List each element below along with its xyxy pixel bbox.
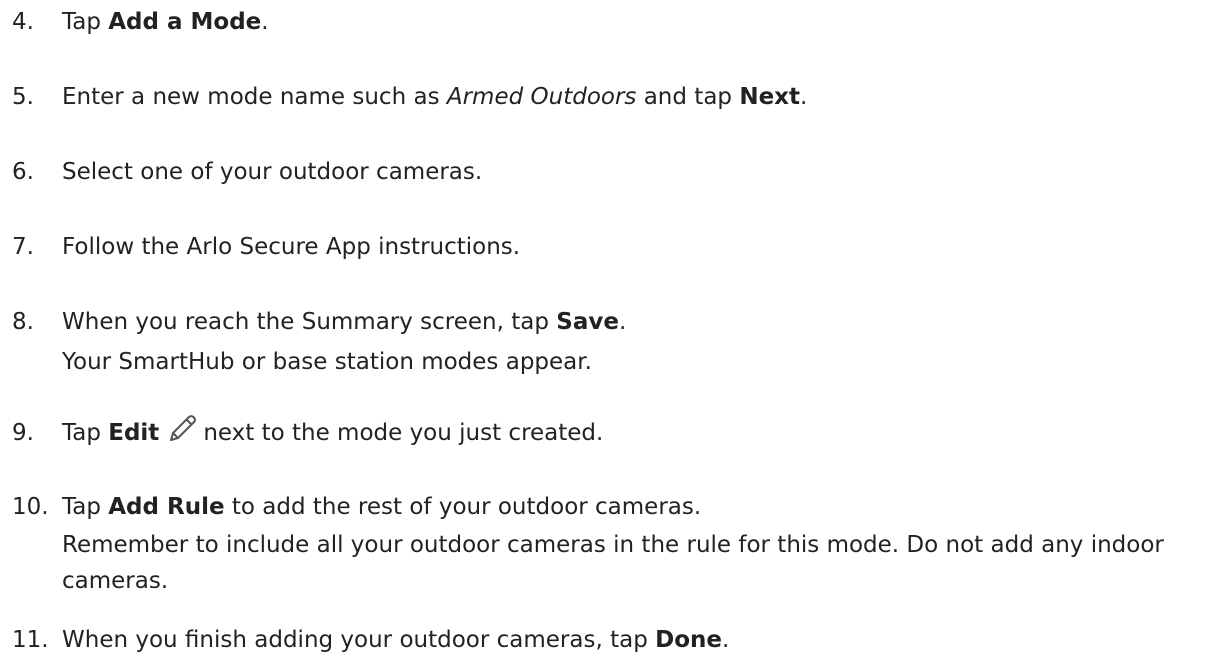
step-11: 11. When you finish adding your outdoor c… [12,620,1229,653]
bold-term: Edit [108,420,160,446]
text-run: Tap [62,9,109,35]
step-text: Select one of your outdoor cameras. [62,159,483,185]
text-run: Tap [62,494,109,520]
step-7: 7. Follow the Arlo Secure App instruction… [12,227,1229,267]
text-run: and tap [636,84,740,110]
text-run: Enter a new mode name such as [62,84,447,110]
step-note: Your SmartHub or base station modes appe… [62,349,592,375]
step-6: 6. Select one of your outdoor cameras. [12,152,1229,192]
step-9: 9. Tap Edit next to the mode you just crea… [12,412,1229,453]
step-5: 5. Enter a new mode name such as Armed Ou… [12,77,1229,117]
text-run: next to the mode you just created. [203,420,604,446]
text-run: When you finish adding your outdoor came… [62,627,656,653]
italic-term: Armed Outdoors [446,84,637,110]
step-text: Tap Add a Mode. [62,9,269,35]
text-run: . [800,84,808,110]
pencil-icon [165,412,199,446]
step-8: 8. When you reach the Summary screen, tap… [12,302,1229,382]
step-text: Tap Add Rule to add the rest of your out… [62,494,701,520]
bold-term: Add a Mode [108,9,262,35]
step-10: 10. Tap Add Rule to add the rest of your … [12,487,1229,599]
step-note: Remember to include all your outdoor cam… [62,532,1164,594]
step-number: 8. [12,309,34,335]
step-4: 4. Tap Add a Mode. [12,2,1229,42]
step-number: 9. [12,420,34,446]
instruction-document: 4. Tap Add a Mode. 5. Enter a new mode nam… [0,0,1229,653]
text-run: When you reach the Summary screen, tap [62,309,557,335]
step-text: Enter a new mode name such as Armed Outd… [62,84,807,110]
text-run: . [261,9,269,35]
step-number: 5. [12,84,34,110]
bold-term: Add Rule [108,494,225,520]
bold-term: Save [556,309,619,335]
bold-term: Done [655,627,722,653]
step-text: Tap Edit next to the mode you just create… [62,415,604,446]
step-text: When you finish adding your outdoor came… [62,627,729,653]
step-text: Follow the Arlo Secure App instructions. [62,234,521,260]
text-run: . [618,309,627,335]
step-number: 4. [12,9,34,35]
text-run: Tap [62,420,109,446]
bold-term: Next [739,84,801,110]
step-number: 7. [12,234,34,260]
step-number: 6. [12,159,34,185]
step-number: 11. [12,627,49,653]
text-run: . [721,627,730,653]
step-text: When you reach the Summary screen, tap S… [62,309,626,335]
step-number: 10. [12,494,49,520]
text-run: to add the rest of your outdoor cameras. [224,494,702,520]
